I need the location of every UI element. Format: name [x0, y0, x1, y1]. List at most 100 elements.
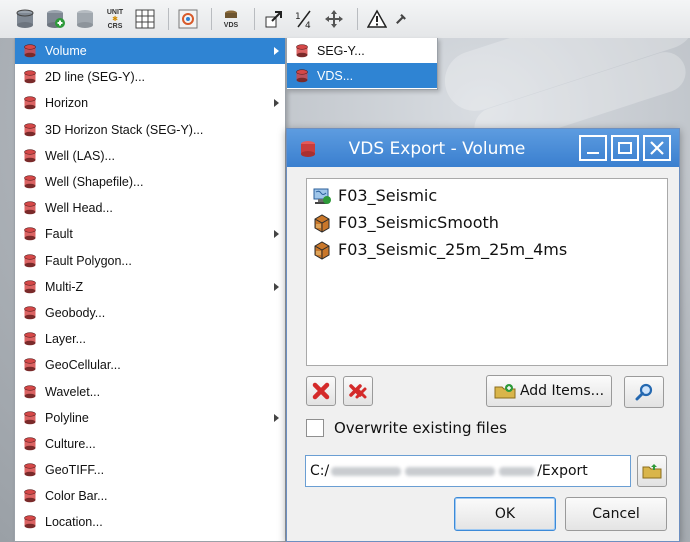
menu-item-horizon[interactable]: Horizon: [15, 90, 285, 116]
volume-cube-icon: [312, 213, 332, 233]
overwrite-checkbox[interactable]: [306, 419, 324, 437]
menu-item-multi-z[interactable]: Multi-Z: [15, 274, 285, 300]
database-icon: [23, 70, 37, 84]
menu-item-polyline[interactable]: Polyline: [15, 405, 285, 431]
toolbar-separator: [168, 8, 169, 30]
volume-list-item[interactable]: F03_Seismic_25m_25m_4ms: [307, 236, 667, 263]
redacted-path-segment: [499, 466, 536, 476]
database-icon: [23, 332, 37, 346]
close-icon: [650, 141, 664, 155]
submenu-arrow-icon: [274, 282, 279, 291]
menu-item-location[interactable]: Location...: [15, 509, 285, 535]
database-icon: [23, 149, 37, 163]
database-icon: [23, 280, 37, 294]
submenu-item-vds[interactable]: VDS...: [287, 63, 437, 88]
move-cross-icon[interactable]: [321, 6, 347, 32]
browse-folder-button[interactable]: [637, 455, 667, 487]
menu-item-label: Horizon: [45, 96, 89, 111]
menu-item-label: Polyline: [45, 410, 89, 425]
red-x-icon: [312, 382, 330, 400]
database-icon: [23, 306, 37, 320]
submenu-item-seg-y[interactable]: SEG-Y...: [287, 38, 437, 63]
target-frame-icon[interactable]: [175, 6, 201, 32]
menu-item-label: Fault: [45, 227, 73, 242]
database-icon: [23, 384, 37, 399]
warning-icon[interactable]: [364, 6, 390, 32]
volume-list-item[interactable]: F03_Seismic: [307, 182, 667, 209]
dialog-titlebar[interactable]: VDS Export - Volume: [287, 129, 679, 167]
menu-item-geotiff[interactable]: GeoTIFF...: [15, 457, 285, 483]
close-button[interactable]: [643, 135, 671, 161]
toolbar-separator: [254, 8, 255, 30]
menu-item-well-head[interactable]: Well Head...: [15, 195, 285, 221]
remove-all-button[interactable]: [343, 376, 373, 406]
export-arrow-icon[interactable]: [261, 6, 287, 32]
volume-list-item[interactable]: F03_SeismicSmooth: [307, 209, 667, 236]
vds-icon[interactable]: VDS: [218, 6, 244, 32]
database-icon: [23, 227, 37, 241]
menu-item-label: Well (LAS)...: [45, 148, 115, 163]
database-add-icon[interactable]: [42, 6, 68, 32]
submenu-arrow-icon: [274, 413, 279, 422]
volume-list-item-label: F03_Seismic_25m_25m_4ms: [338, 240, 568, 259]
ok-button[interactable]: OK: [454, 497, 556, 531]
cancel-button[interactable]: Cancel: [565, 497, 667, 531]
menu-item-layer[interactable]: Layer...: [15, 326, 285, 352]
table-grid-icon[interactable]: [132, 6, 158, 32]
export-path-input[interactable]: C:/ /Export: [305, 455, 631, 487]
svg-text:1: 1: [295, 12, 301, 22]
database-icon: [23, 437, 37, 451]
database-icon: [295, 43, 309, 58]
menu-item-label: Well (Shapefile)...: [45, 175, 144, 190]
volume-list[interactable]: F03_Seismic F03_SeismicSmooth F03_Seismic_…: [306, 178, 668, 366]
menu-item-fault[interactable]: Fault: [15, 221, 285, 247]
remove-item-button[interactable]: [306, 376, 336, 406]
database-gray-icon[interactable]: [72, 6, 98, 32]
menu-item-label: 2D line (SEG-Y)...: [45, 70, 146, 85]
database-icon: [23, 44, 37, 58]
database-icon: [23, 253, 37, 268]
submenu-arrow-icon: [274, 99, 279, 108]
toolbar-separator: [211, 8, 212, 30]
overwrite-option[interactable]: Overwrite existing files: [306, 419, 507, 437]
menu-item-label: Geobody...: [45, 305, 106, 320]
menu-item-culture[interactable]: Culture...: [15, 431, 285, 457]
database-icon[interactable]: [12, 6, 38, 32]
folder-open-icon: [642, 464, 662, 479]
volume-list-item-label: F03_SeismicSmooth: [338, 213, 499, 232]
volume-list-item-label: F03_Seismic: [338, 186, 438, 205]
add-items-button[interactable]: Add Items...: [486, 375, 612, 407]
database-icon: [23, 201, 37, 215]
database-icon: [23, 515, 37, 529]
unit-crs-icon[interactable]: UNIT ✱ CRS: [102, 6, 128, 32]
menu-item-label: GeoTIFF...: [45, 463, 105, 478]
overwrite-label: Overwrite existing files: [334, 419, 507, 437]
menu-item-label: Multi-Z: [45, 279, 84, 294]
folder-add-icon: [494, 384, 516, 399]
svg-text:4: 4: [305, 21, 311, 29]
fraction-icon[interactable]: 14: [291, 6, 317, 32]
submenu-item-label: SEG-Y...: [317, 43, 365, 58]
redacted-path-segment: [331, 466, 402, 476]
menu-item-2d-line-seg-y[interactable]: 2D line (SEG-Y)...: [15, 64, 285, 90]
tools-icon[interactable]: [394, 6, 408, 32]
toolbar: UNIT ✱ CRS VDS 14: [0, 0, 690, 38]
submenu-arrow-icon: [274, 47, 279, 55]
menu-item-color-bar[interactable]: Color Bar...: [15, 483, 285, 509]
menu-item-3d-horizon-stack-seg-y[interactable]: 3D Horizon Stack (SEG-Y)...: [15, 117, 285, 143]
database-icon: [23, 489, 37, 503]
menu-item-geocellular[interactable]: GeoCellular...: [15, 352, 285, 378]
menu-item-geobody[interactable]: Geobody...: [15, 300, 285, 326]
minimize-button[interactable]: [579, 135, 607, 161]
menu-item-well-shapefile[interactable]: Well (Shapefile)...: [15, 169, 285, 195]
menu-item-fault-polygon[interactable]: Fault Polygon...: [15, 248, 285, 274]
redacted-path-segment: [405, 466, 496, 476]
maximize-button[interactable]: [611, 135, 639, 161]
menu-item-wavelet[interactable]: Wavelet...: [15, 378, 285, 404]
search-button[interactable]: [624, 376, 664, 408]
database-icon: [23, 96, 37, 110]
menu-item-well-las[interactable]: Well (LAS)...: [15, 143, 285, 169]
maximize-icon: [618, 142, 632, 154]
menu-item-label: Location...: [45, 515, 103, 530]
menu-item-volume[interactable]: Volume: [15, 38, 285, 65]
